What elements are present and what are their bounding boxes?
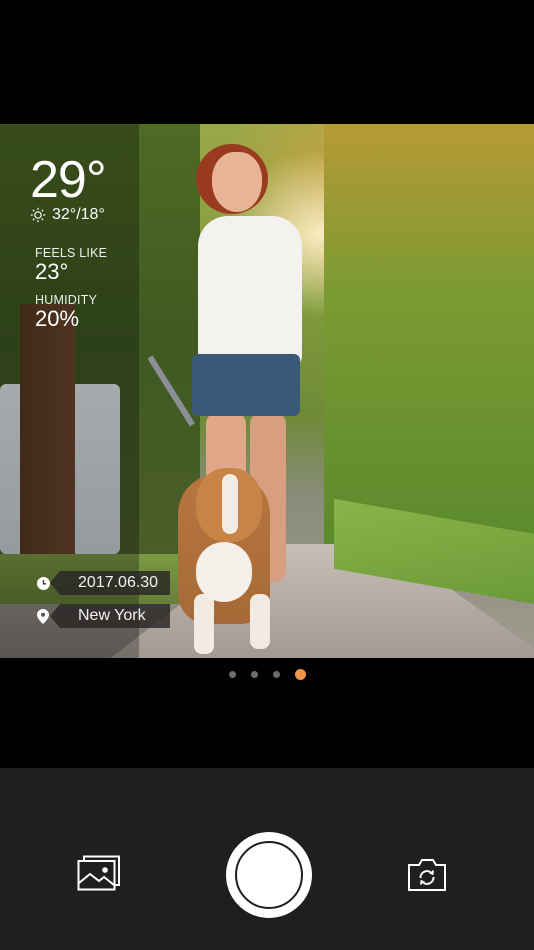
background-trees-right (324, 124, 534, 544)
woman-shorts (192, 354, 300, 416)
gallery-button[interactable] (77, 855, 121, 891)
location-stamp: New York (36, 604, 170, 628)
dog-leg (194, 594, 214, 654)
switch-camera-button[interactable] (407, 858, 447, 892)
dog-blaze (222, 474, 238, 534)
humidity-block: HUMIDITY 20% (35, 293, 97, 331)
date-text: 2017.06.30 (49, 571, 171, 595)
gallery-icon (77, 855, 120, 891)
clock-icon (36, 576, 50, 590)
switch-camera-icon (408, 859, 446, 891)
page-dot[interactable] (228, 671, 236, 678)
shutter-button[interactable] (226, 832, 312, 918)
page-dot[interactable] (250, 671, 258, 678)
page-indicator (0, 669, 534, 680)
current-temperature: 29° (30, 151, 107, 209)
location-text: New York (50, 604, 170, 628)
weather-widget: 29° 32°/18° (30, 151, 107, 224)
feels-like-label: FEELS LIKE (35, 246, 108, 260)
location-pin-icon (36, 608, 50, 624)
date-stamp: 2017.06.30 (36, 571, 171, 595)
woman-top (198, 216, 302, 366)
high-low-temperature: 32°/18° (52, 206, 105, 223)
feels-like-value: 23° (35, 259, 69, 284)
shutter-inner (235, 841, 303, 909)
temperature-range: 32°/18° (30, 206, 106, 224)
page-dot-active[interactable] (294, 669, 306, 680)
humidity-value: 20% (35, 306, 80, 331)
sun-icon (30, 207, 46, 223)
dog-leg (250, 594, 270, 649)
dog-chest (196, 542, 252, 602)
humidity-label: HUMIDITY (35, 293, 98, 307)
woman-face (212, 152, 262, 212)
feels-like-block: FEELS LIKE 23° (35, 246, 107, 284)
page-dot[interactable] (272, 671, 280, 678)
